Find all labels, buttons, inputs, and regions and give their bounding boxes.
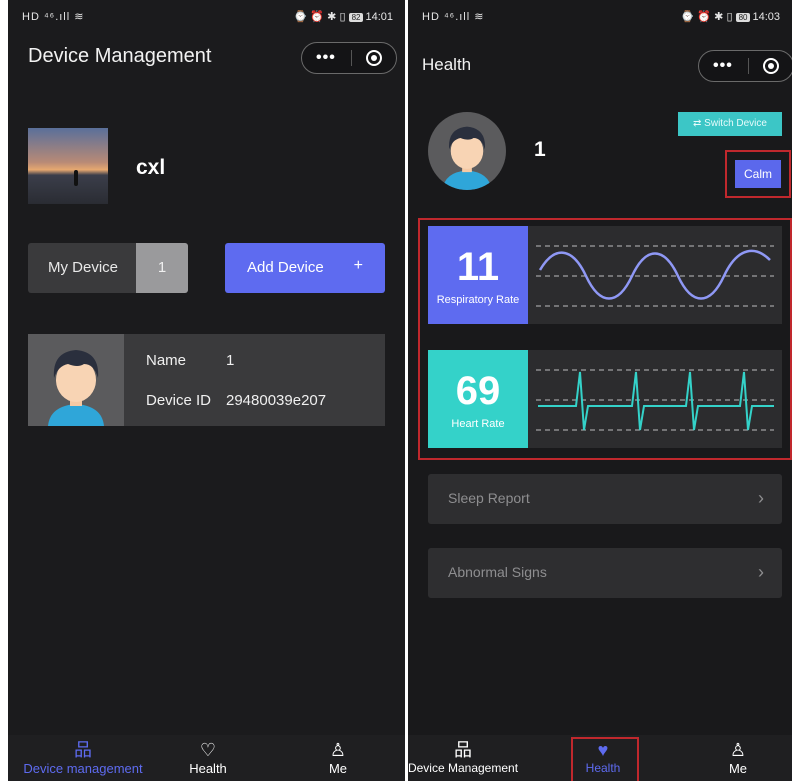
person-icon: ♙ <box>329 740 347 760</box>
status-bar: HD ⁴⁶.ıll ≋ ⌚ ⏰ ✱ ▯ 80 14:03 <box>408 0 792 30</box>
name-label: Name <box>146 352 187 369</box>
respiratory-rate-card[interactable]: 11 Respiratory Rate <box>428 226 782 324</box>
close-target-icon[interactable] <box>366 50 382 66</box>
status-bar: HD ⁴⁶.ıll ≋ ⌚ ⏰ ✱ ▯ 82 14:01 <box>8 0 405 30</box>
capsule-divider <box>351 50 352 66</box>
person-icon: ♙ <box>729 740 747 760</box>
cartoon-avatar-icon <box>442 126 492 190</box>
mood-status-button[interactable]: Calm <box>735 160 781 188</box>
chevron-right-icon: › <box>758 488 764 508</box>
signal-indicators: HD ⁴⁶.ıll ≋ <box>422 11 485 23</box>
heart-rate-value: 69 <box>455 369 501 413</box>
heart-pulse-icon: ♡ <box>199 740 217 760</box>
respiratory-waveform <box>536 245 774 307</box>
tab-me[interactable]: ♙ Me <box>673 739 792 776</box>
sleep-report-label: Sleep Report <box>448 490 530 506</box>
tab-label: Device Management <box>408 761 519 775</box>
capsule-divider <box>748 58 749 74</box>
avatar <box>428 112 506 190</box>
device-management-screen: HD ⁴⁶.ıll ≋ ⌚ ⏰ ✱ ▯ 82 14:01 Device Manag… <box>8 0 405 781</box>
username: cxl <box>136 156 166 179</box>
signal-indicators: HD ⁴⁶.ıll ≋ <box>22 11 85 23</box>
tab-label: Me <box>728 761 748 776</box>
mini-program-capsule: ••• <box>301 42 397 74</box>
name-value: 1 <box>226 352 235 369</box>
clock: 14:03 <box>752 11 780 23</box>
plus-icon: + <box>353 257 363 274</box>
sitemap-icon: 品 <box>74 740 92 760</box>
highlight-box-calm: Calm <box>725 150 791 198</box>
tab-label: Device management <box>23 761 143 776</box>
abnormal-signs-label: Abnormal Signs <box>448 564 547 580</box>
battery-icon: 82 <box>348 13 364 22</box>
heart-rate-tile: 69 Heart Rate <box>428 350 528 448</box>
close-target-icon[interactable] <box>763 58 779 74</box>
health-screen: HD ⁴⁶.ıll ≋ ⌚ ⏰ ✱ ▯ 80 14:03 Health ••• 1… <box>408 0 792 781</box>
device-number: 1 <box>534 138 546 161</box>
tab-health[interactable]: ♡ Health <box>143 739 273 776</box>
swap-arrows-icon: ⇄ <box>693 118 705 129</box>
add-device-button[interactable]: Add Device + <box>225 243 385 293</box>
sitemap-icon: 品 <box>454 740 472 760</box>
respiratory-value: 11 <box>456 245 500 289</box>
tab-device-management[interactable]: 品 Device management <box>18 739 148 776</box>
switch-device-button[interactable]: ⇄ Switch Device <box>678 112 782 136</box>
cartoon-avatar-icon <box>48 350 104 426</box>
respiratory-tile: 11 Respiratory Rate <box>428 226 528 324</box>
more-icon[interactable]: ••• <box>316 49 336 67</box>
highlight-box-health-tab <box>571 737 639 781</box>
device-id-label: Device ID <box>146 392 212 409</box>
heart-rate-card[interactable]: 69 Heart Rate <box>428 350 782 448</box>
device-card[interactable]: Name 1 Device ID 29480039e207 <box>28 334 385 426</box>
more-icon[interactable]: ••• <box>713 57 733 75</box>
add-device-label: Add Device <box>247 259 324 276</box>
battery-icon: 80 <box>735 13 751 22</box>
tab-me[interactable]: ♙ Me <box>273 739 403 776</box>
device-count-badge: 1 <box>136 243 188 293</box>
profile-photo <box>28 128 108 204</box>
mini-program-capsule: ••• <box>698 50 792 82</box>
tab-label: Me <box>328 761 348 776</box>
highlight-box-vitals: 11 Respiratory Rate 69 Heart Rate <box>418 218 792 460</box>
heart-rate-label: Heart Rate <box>451 418 505 430</box>
page-title: Device Management <box>28 45 212 67</box>
tab-bar: 品 Device management ♡ Health ♙ Me <box>8 735 405 781</box>
respiratory-label: Respiratory Rate <box>436 294 520 306</box>
my-device-label: My Device <box>48 259 119 276</box>
avatar <box>28 334 124 426</box>
sleep-report-row[interactable]: Sleep Report › <box>428 474 782 524</box>
my-device-button[interactable]: My Device 1 <box>28 243 188 293</box>
tab-label: Health <box>189 761 227 776</box>
status-right: ⌚ ⏰ ✱ ▯ 82 14:01 <box>293 11 393 23</box>
heart-rate-waveform <box>536 369 774 431</box>
device-id-value: 29480039e207 <box>226 392 327 409</box>
switch-device-label: Switch Device <box>704 118 767 129</box>
status-right: ⌚ ⏰ ✱ ▯ 80 14:03 <box>680 11 780 23</box>
silhouette-figure <box>74 170 78 186</box>
page-title: Health <box>422 55 472 74</box>
chevron-right-icon: › <box>758 562 764 582</box>
tab-device-management[interactable]: 品 Device Management <box>408 739 528 775</box>
clock: 14:01 <box>365 11 393 23</box>
abnormal-signs-row[interactable]: Abnormal Signs › <box>428 548 782 598</box>
